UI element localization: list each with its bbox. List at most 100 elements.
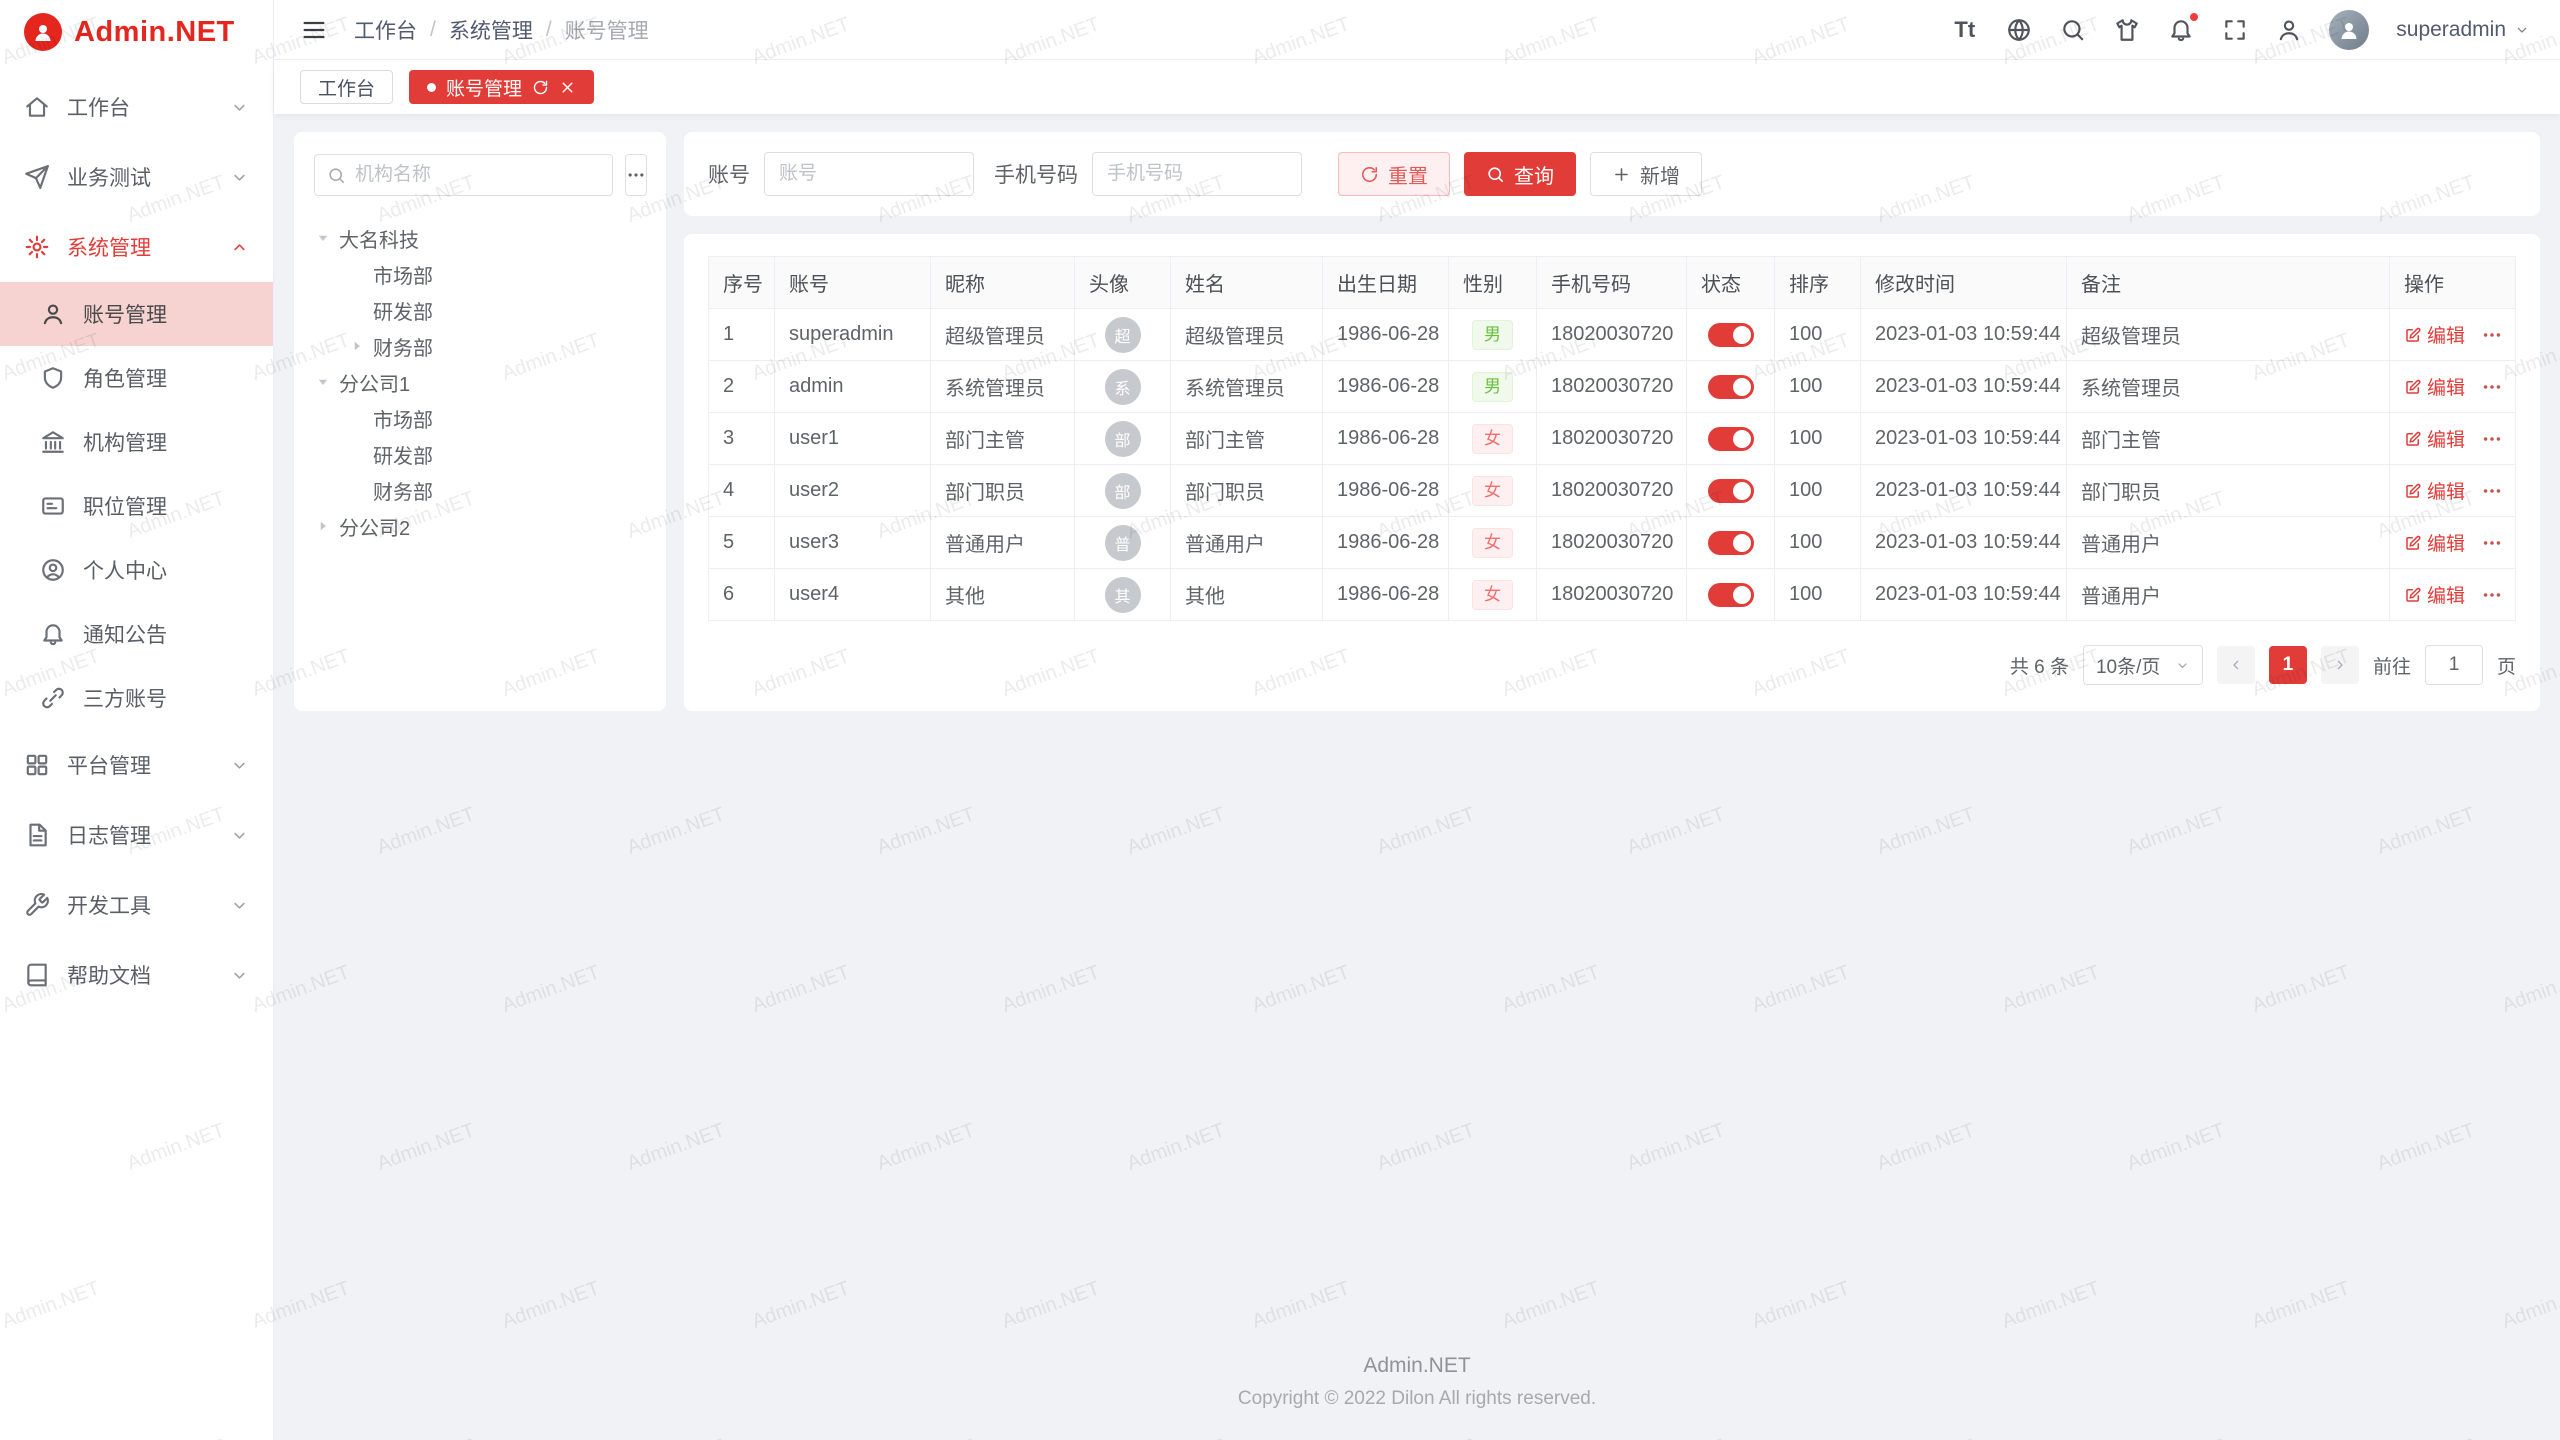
menu-toggle-icon[interactable] [300, 16, 328, 44]
status-toggle[interactable] [1708, 375, 1754, 399]
id-card-icon [40, 493, 66, 519]
page-size-select[interactable]: 10条/页 [2083, 645, 2203, 685]
tree-node[interactable]: 大名科技 [314, 220, 646, 256]
table-row: 3 user1 部门主管 部 部门主管 1986-06-28 女 1802003… [709, 413, 2516, 465]
prev-page-button[interactable] [2217, 646, 2255, 684]
user-menu[interactable]: superadmin [2396, 18, 2530, 42]
edit-button[interactable]: 编辑 [2404, 373, 2465, 400]
sidebar-item-business-test[interactable]: 业务测试 [0, 142, 273, 212]
more-actions-button[interactable] [2481, 324, 2503, 346]
sidebar-item-role-management[interactable]: 角色管理 [0, 346, 273, 410]
user-icon [40, 301, 66, 327]
home-icon [24, 94, 50, 120]
status-toggle[interactable] [1708, 479, 1754, 503]
tree-node[interactable]: 研发部 [314, 436, 646, 472]
tab-workbench[interactable]: 工作台 [300, 70, 393, 104]
edit-pen-icon [2404, 482, 2422, 500]
page-number-1[interactable]: 1 [2269, 646, 2307, 684]
user-guide-icon[interactable] [2275, 16, 2302, 43]
refresh-icon [1360, 165, 1379, 184]
goto-page-input[interactable] [2425, 645, 2483, 685]
more-actions-button[interactable] [2481, 532, 2503, 554]
reset-button[interactable]: 重置 [1338, 152, 1450, 196]
edit-button[interactable]: 编辑 [2404, 477, 2465, 504]
chevron-down-icon [230, 756, 249, 775]
sidebar-item-org-management[interactable]: 机构管理 [0, 410, 273, 474]
more-actions-button[interactable] [2481, 428, 2503, 450]
page-footer: Admin.NET Copyright © 2022 Dilon All rig… [294, 1328, 2540, 1440]
font-size-icon[interactable]: Tt [1951, 16, 1978, 43]
edit-button[interactable]: 编辑 [2404, 425, 2465, 452]
gender-tag: 女 [1472, 580, 1513, 610]
tree-node[interactable]: 财务部 [314, 328, 646, 364]
edit-pen-icon [2404, 586, 2422, 604]
goto-unit-label: 页 [2497, 652, 2516, 679]
table-row: 2 admin 系统管理员 系 系统管理员 1986-06-28 男 18020… [709, 361, 2516, 413]
sidebar: Admin.NET 工作台 业务测试 系统管理 账号管理 [0, 0, 274, 1440]
tree-node[interactable]: 分公司1 [314, 364, 646, 400]
tree-node[interactable]: 研发部 [314, 292, 646, 328]
status-toggle[interactable] [1708, 531, 1754, 555]
table-row: 6 user4 其他 其 其他 1986-06-28 女 18020030720 [709, 569, 2516, 621]
account-table-card: 序号 账号 昵称 头像 姓名 出生日期 性别 手机号码 状态 排序 [684, 234, 2540, 711]
account-panel: 账号 手机号码 重置 查询 [684, 132, 2540, 711]
avatar[interactable] [2329, 10, 2369, 50]
breadcrumb: 工作台 / 系统管理 / 账号管理 [354, 15, 649, 45]
tree-node[interactable]: 市场部 [314, 256, 646, 292]
tree-node[interactable]: 财务部 [314, 472, 646, 508]
account-filter-input[interactable] [764, 152, 974, 196]
caret-down-icon[interactable] [314, 373, 332, 391]
breadcrumb-system[interactable]: 系统管理 [449, 15, 533, 45]
profile-icon [40, 557, 66, 583]
chevron-down-icon [230, 826, 249, 845]
org-more-button[interactable] [625, 154, 647, 196]
sidebar-item-third-party-account[interactable]: 三方账号 [0, 666, 273, 730]
status-toggle[interactable] [1708, 323, 1754, 347]
sidebar-item-account-management[interactable]: 账号管理 [0, 282, 273, 346]
bank-icon [40, 429, 66, 455]
org-search-input[interactable] [355, 164, 600, 186]
status-toggle[interactable] [1708, 427, 1754, 451]
add-button[interactable]: 新增 [1590, 152, 1702, 196]
sidebar-item-log-management[interactable]: 日志管理 [0, 800, 273, 870]
caret-right-icon[interactable] [314, 517, 332, 535]
logo[interactable]: Admin.NET [0, 0, 273, 64]
edit-button[interactable]: 编辑 [2404, 529, 2465, 556]
more-actions-button[interactable] [2481, 480, 2503, 502]
main-area: 工作台 / 系统管理 / 账号管理 Tt superadmin [274, 0, 2560, 1440]
sidebar-item-dev-tools[interactable]: 开发工具 [0, 870, 273, 940]
theme-icon[interactable] [2113, 16, 2140, 43]
edit-button[interactable]: 编辑 [2404, 581, 2465, 608]
more-actions-button[interactable] [2481, 376, 2503, 398]
refresh-tab-icon[interactable] [532, 79, 549, 96]
caret-down-icon[interactable] [314, 229, 332, 247]
sidebar-item-notice[interactable]: 通知公告 [0, 602, 273, 666]
col-account: 账号 [775, 257, 931, 309]
language-icon[interactable] [2005, 16, 2032, 43]
sidebar-item-platform-management[interactable]: 平台管理 [0, 730, 273, 800]
status-toggle[interactable] [1708, 583, 1754, 607]
query-button[interactable]: 查询 [1464, 152, 1576, 196]
tab-account-management[interactable]: 账号管理 [409, 70, 594, 104]
sidebar-item-workbench[interactable]: 工作台 [0, 72, 273, 142]
tree-node[interactable]: 分公司2 [314, 508, 646, 544]
close-tab-icon[interactable] [559, 79, 576, 96]
tree-node[interactable]: 市场部 [314, 400, 646, 436]
notification-bell-icon[interactable] [2167, 16, 2194, 43]
next-page-button[interactable] [2321, 646, 2359, 684]
sidebar-item-help-docs[interactable]: 帮助文档 [0, 940, 273, 1010]
sidebar-item-system-management[interactable]: 系统管理 [0, 212, 273, 282]
gender-tag: 男 [1472, 320, 1513, 350]
col-birth: 出生日期 [1323, 257, 1449, 309]
fullscreen-icon[interactable] [2221, 16, 2248, 43]
breadcrumb-workbench[interactable]: 工作台 [354, 15, 417, 45]
active-dot-icon [427, 83, 436, 92]
phone-filter-input[interactable] [1092, 152, 1302, 196]
caret-right-icon[interactable] [348, 337, 366, 355]
sidebar-menu: 工作台 业务测试 系统管理 账号管理 角色管理 [0, 64, 273, 1010]
more-actions-button[interactable] [2481, 584, 2503, 606]
edit-button[interactable]: 编辑 [2404, 321, 2465, 348]
sidebar-item-personal-center[interactable]: 个人中心 [0, 538, 273, 602]
sidebar-item-post-management[interactable]: 职位管理 [0, 474, 273, 538]
search-icon[interactable] [2059, 16, 2086, 43]
